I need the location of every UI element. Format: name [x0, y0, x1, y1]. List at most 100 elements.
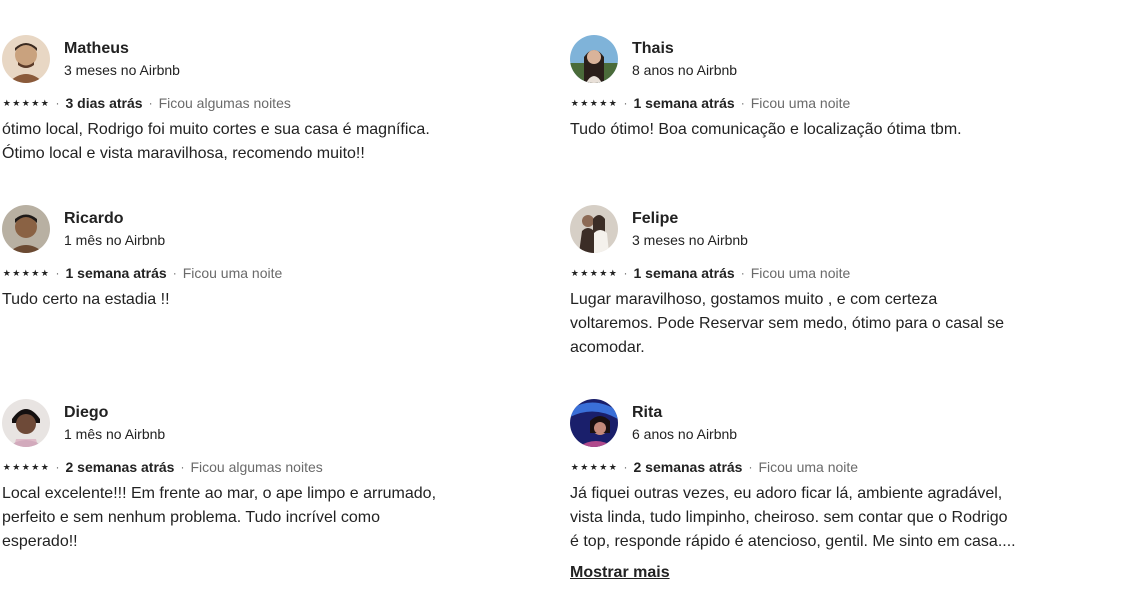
- review-meta: ★ ★ ★ ★ ★ · 2 semanas atrás · Ficou algumas …: [2, 458, 472, 476]
- star-icon: ★: [31, 267, 40, 278]
- star-icon: ★: [40, 97, 49, 108]
- star-icon: ★: [580, 461, 589, 472]
- reviewer-tenure: 1 mês no Airbnb: [64, 232, 166, 248]
- separator: ·: [740, 266, 745, 280]
- separator: ·: [148, 96, 153, 110]
- avatar[interactable]: [570, 35, 618, 83]
- review-card: Diego 1 mês no Airbnb ★ ★ ★ ★ ★ · 2 semanas …: [2, 399, 472, 554]
- rating-stars: ★ ★ ★ ★ ★: [570, 267, 618, 278]
- star-icon: ★: [12, 461, 21, 472]
- user-photo-icon: [2, 205, 50, 253]
- review-meta: ★ ★ ★ ★ ★ · 3 dias atrás · Ficou algumas noi…: [2, 94, 472, 112]
- star-icon: ★: [608, 267, 617, 278]
- star-icon: ★: [599, 461, 608, 472]
- user-photo-icon: [2, 35, 50, 83]
- review-meta: ★ ★ ★ ★ ★ · 1 semana atrás · Ficou uma noite: [570, 94, 1040, 112]
- review-date: 2 semanas atrás: [65, 459, 175, 475]
- review-meta: ★ ★ ★ ★ ★ · 1 semana atrás · Ficou uma noite: [570, 264, 1040, 282]
- user-photo-icon: [2, 399, 50, 447]
- review-date: 1 semana atrás: [633, 95, 735, 111]
- user-photo-icon: [570, 399, 618, 447]
- star-icon: ★: [2, 461, 11, 472]
- star-icon: ★: [31, 97, 40, 108]
- star-icon: ★: [2, 267, 11, 278]
- review-text: Local excelente!!! Em frente ao mar, o a…: [2, 485, 437, 550]
- review-text: Tudo ótimo! Boa comunicação e localizaçã…: [570, 121, 962, 138]
- review-card: Thais 8 anos no Airbnb ★ ★ ★ ★ ★ · 1 semana …: [570, 35, 1040, 142]
- review-text: Lugar maravilhoso, gostamos muito , e co…: [570, 291, 1004, 356]
- separator: ·: [55, 266, 60, 280]
- reviewer-header: Felipe 3 meses no Airbnb: [570, 205, 1040, 253]
- review-text: Já fiquei outras vezes, eu adoro ficar l…: [570, 485, 1016, 550]
- star-icon: ★: [599, 97, 608, 108]
- user-photo-icon: [570, 205, 618, 253]
- review-text: Tudo certo na estadia !!: [2, 291, 170, 308]
- reviewer-header: Thais 8 anos no Airbnb: [570, 35, 1040, 83]
- avatar[interactable]: [570, 399, 618, 447]
- star-icon: ★: [21, 461, 30, 472]
- separator: ·: [55, 460, 60, 474]
- separator: ·: [55, 96, 60, 110]
- reviewer-info: Thais 8 anos no Airbnb: [632, 38, 737, 80]
- reviewer-info: Rita 6 anos no Airbnb: [632, 402, 737, 444]
- reviewer-name: Diego: [64, 404, 109, 421]
- separator: ·: [623, 266, 628, 280]
- reviewer-info: Matheus 3 meses no Airbnb: [64, 38, 180, 80]
- separator: ·: [180, 460, 185, 474]
- review-meta: ★ ★ ★ ★ ★ · 2 semanas atrás · Ficou uma noit…: [570, 458, 1040, 476]
- avatar[interactable]: [2, 35, 50, 83]
- reviewer-info: Felipe 3 meses no Airbnb: [632, 208, 748, 250]
- review-card: Ricardo 1 mês no Airbnb ★ ★ ★ ★ ★ · 1 semana…: [2, 205, 472, 312]
- reviewer-header: Ricardo 1 mês no Airbnb: [2, 205, 472, 253]
- avatar[interactable]: [2, 205, 50, 253]
- avatar[interactable]: [570, 205, 618, 253]
- review-card: Matheus 3 meses no Airbnb ★ ★ ★ ★ ★ · 3 dias…: [2, 35, 472, 166]
- avatar[interactable]: [2, 399, 50, 447]
- separator: ·: [623, 96, 628, 110]
- stay-length: Ficou algumas noites: [158, 95, 291, 111]
- star-icon: ★: [608, 97, 617, 108]
- stay-length: Ficou uma noite: [750, 265, 851, 281]
- star-icon: ★: [2, 97, 11, 108]
- star-icon: ★: [589, 97, 598, 108]
- star-icon: ★: [40, 267, 49, 278]
- reviewer-tenure: 6 anos no Airbnb: [632, 426, 738, 442]
- review-card: Felipe 3 meses no Airbnb ★ ★ ★ ★ ★ · 1 seman…: [570, 205, 1040, 360]
- reviewer-tenure: 1 mês no Airbnb: [64, 426, 166, 442]
- rating-stars: ★ ★ ★ ★ ★: [570, 97, 618, 108]
- separator: ·: [172, 266, 177, 280]
- star-icon: ★: [21, 267, 30, 278]
- star-icon: ★: [31, 461, 40, 472]
- separator: ·: [740, 96, 745, 110]
- star-icon: ★: [21, 97, 30, 108]
- reviewer-header: Rita 6 anos no Airbnb: [570, 399, 1040, 447]
- reviewer-tenure: 8 anos no Airbnb: [632, 62, 738, 78]
- reviewer-name: Felipe: [632, 210, 679, 227]
- rating-stars: ★ ★ ★ ★ ★: [2, 267, 50, 278]
- star-icon: ★: [40, 461, 49, 472]
- star-icon: ★: [570, 97, 579, 108]
- star-icon: ★: [570, 267, 579, 278]
- review-text: ótimo local, Rodrigo foi muito cortes e …: [2, 121, 430, 162]
- review-card: Rita 6 anos no Airbnb ★ ★ ★ ★ ★ · 2 semanas …: [570, 399, 1040, 554]
- star-icon: ★: [12, 267, 21, 278]
- reviewer-header: Diego 1 mês no Airbnb: [2, 399, 472, 447]
- stay-length: Ficou uma noite: [750, 95, 851, 111]
- star-icon: ★: [580, 267, 589, 278]
- review-date: 1 semana atrás: [65, 265, 167, 281]
- stay-length: Ficou algumas noites: [190, 459, 323, 475]
- stay-length: Ficou uma noite: [758, 459, 859, 475]
- reviewer-name: Thais: [632, 40, 674, 57]
- separator: ·: [623, 460, 628, 474]
- star-icon: ★: [570, 461, 579, 472]
- star-icon: ★: [580, 97, 589, 108]
- rating-stars: ★ ★ ★ ★ ★: [2, 97, 50, 108]
- show-more-link[interactable]: Mostrar mais: [570, 562, 670, 584]
- reviewer-name: Ricardo: [64, 210, 124, 227]
- stay-length: Ficou uma noite: [182, 265, 283, 281]
- star-icon: ★: [589, 461, 598, 472]
- star-icon: ★: [589, 267, 598, 278]
- star-icon: ★: [12, 97, 21, 108]
- review-date: 3 dias atrás: [65, 95, 143, 111]
- reviewer-header: Matheus 3 meses no Airbnb: [2, 35, 472, 83]
